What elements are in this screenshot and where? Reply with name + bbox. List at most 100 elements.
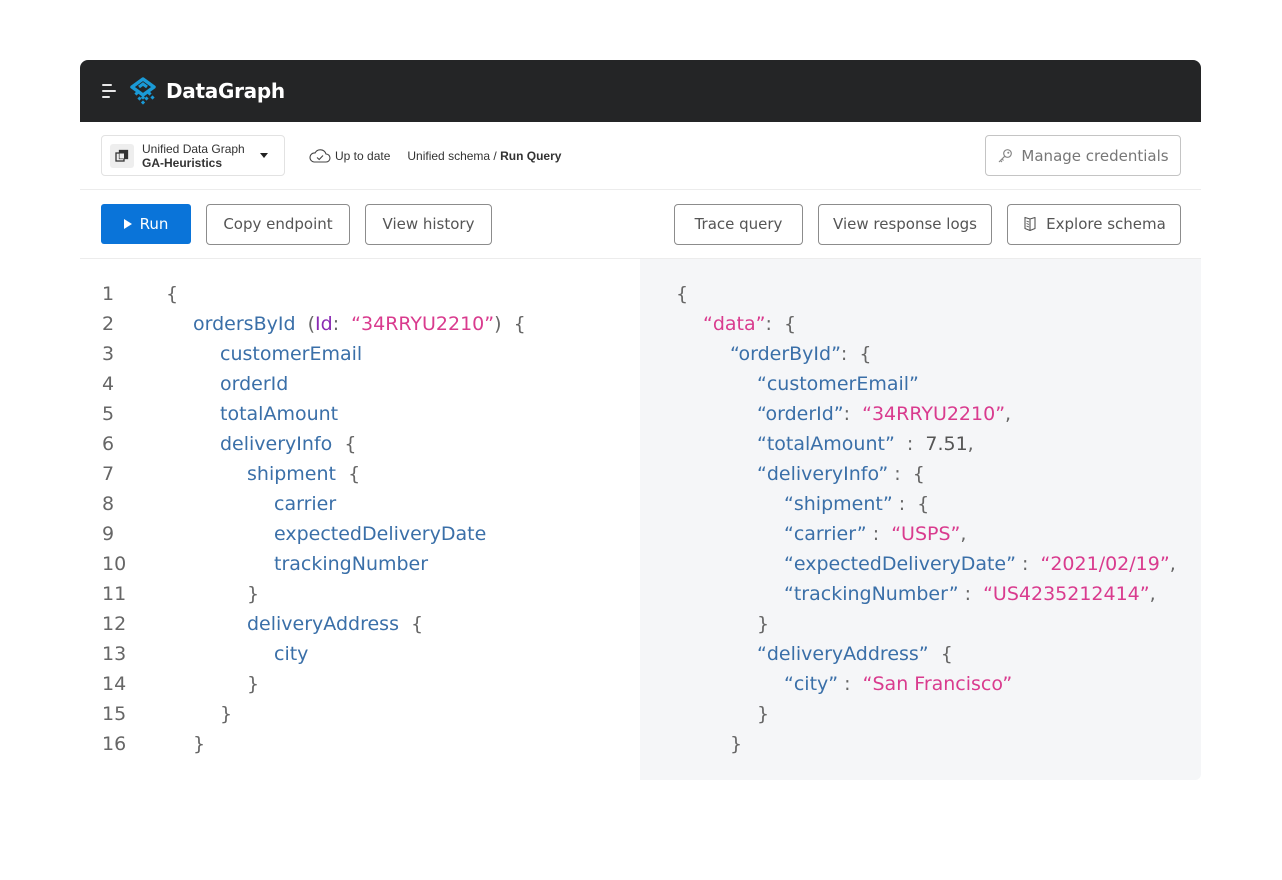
punctuation-token: : bbox=[1015, 553, 1041, 575]
query-line: 10 trackingNumber bbox=[80, 549, 640, 579]
field-token: “deliveryInfo” bbox=[757, 463, 889, 485]
field-token: “carrier” bbox=[784, 523, 867, 545]
field-token: ordersById bbox=[193, 313, 296, 335]
response-line: “city” : “San Francisco” bbox=[640, 669, 1201, 699]
run-button[interactable]: Run bbox=[101, 204, 191, 244]
punctuation-token: : { bbox=[765, 313, 797, 335]
manage-credentials-button[interactable]: Manage credentials bbox=[985, 135, 1181, 176]
sync-status: Up to date bbox=[309, 148, 390, 164]
code-text: “shipment” : { bbox=[784, 489, 929, 519]
view-history-button[interactable]: View history bbox=[365, 203, 492, 245]
response-line: “deliveryInfo” : { bbox=[640, 459, 1201, 489]
punctuation-token: { bbox=[332, 433, 357, 455]
subheader: Unified Data Graph GA-Heuristics Up to d… bbox=[80, 122, 1201, 190]
breadcrumb-parent[interactable]: Unified schema / bbox=[407, 149, 500, 163]
punctuation-token: { bbox=[335, 463, 361, 485]
query-line: 11} bbox=[80, 579, 640, 609]
field-token: deliveryAddress bbox=[247, 613, 399, 635]
string-token: “2021/02/19” bbox=[1040, 553, 1170, 575]
query-editor[interactable]: 1 {2 ordersById (Id: “34RRYU2210”) {3 custo… bbox=[80, 259, 640, 780]
line-number: 11 bbox=[102, 583, 127, 605]
punctuation-token: : { bbox=[888, 463, 925, 485]
app-window: DataGraph Unified Data Graph GA-Heuristi… bbox=[80, 60, 1201, 780]
line-number: 2 bbox=[102, 313, 115, 335]
explore-schema-button[interactable]: Explore schema bbox=[1007, 203, 1181, 245]
play-icon bbox=[123, 219, 132, 229]
code-text: “carrier” : “USPS”, bbox=[784, 519, 966, 549]
response-line: “orderId”: “34RRYU2210”, bbox=[640, 399, 1201, 429]
code-text: customerEmail bbox=[220, 339, 362, 369]
line-number: 7 bbox=[102, 463, 115, 485]
punctuation-token: : bbox=[838, 673, 863, 695]
field-token: “trackingNumber” bbox=[784, 583, 959, 605]
code-text: } bbox=[757, 609, 769, 639]
punctuation-token: , bbox=[1169, 553, 1176, 575]
string-token: “USPS” bbox=[891, 523, 961, 545]
line-number: 1 bbox=[102, 283, 115, 305]
code-text: shipment { bbox=[247, 459, 360, 489]
punctuation-token: ) { bbox=[494, 313, 526, 335]
status-text: Up to date bbox=[335, 148, 391, 163]
code-text: deliveryAddress { bbox=[247, 609, 423, 639]
chevron-down-icon bbox=[260, 153, 268, 158]
punctuation-token: } bbox=[247, 583, 260, 605]
field-token: “orderById” bbox=[730, 343, 841, 365]
query-line: 4 orderId bbox=[80, 369, 640, 399]
response-line: “expectedDeliveryDate” : “2021/02/19”, bbox=[640, 549, 1201, 579]
punctuation-token: } bbox=[757, 613, 770, 635]
field-token: carrier bbox=[274, 493, 337, 515]
code-text: } bbox=[730, 729, 742, 759]
graph-selector-value: GA-Heuristics bbox=[142, 155, 223, 170]
code-text: } bbox=[757, 699, 769, 729]
code-text: “city” : “San Francisco” bbox=[784, 669, 1012, 699]
string-token: “34RRYU2210” bbox=[862, 403, 1006, 425]
punctuation-token: , bbox=[960, 523, 967, 545]
code-text: “data”: { bbox=[703, 309, 796, 339]
punctuation-token: } bbox=[730, 733, 743, 755]
query-line: 13 city bbox=[80, 639, 640, 669]
number-token: 7.51 bbox=[925, 433, 968, 455]
view-response-logs-button[interactable]: View response logs bbox=[818, 203, 992, 245]
query-line: 2 ordersById (Id: “34RRYU2210”) { bbox=[80, 309, 640, 339]
field-token: shipment bbox=[247, 463, 336, 485]
punctuation-token: : bbox=[866, 523, 892, 545]
punctuation-token: , bbox=[967, 433, 974, 455]
code-text: “deliveryInfo” : { bbox=[757, 459, 925, 489]
query-line: 6 deliveryInfo { bbox=[80, 429, 640, 459]
trace-query-button[interactable]: Trace query bbox=[674, 203, 803, 245]
punctuation-token: : bbox=[332, 313, 352, 335]
hamburger-menu-icon[interactable] bbox=[102, 84, 116, 98]
code-text: orderId bbox=[220, 369, 288, 399]
field-token: customerEmail bbox=[220, 343, 363, 365]
line-number: 4 bbox=[102, 373, 115, 395]
punctuation-token: { bbox=[166, 283, 179, 305]
response-line: “customerEmail” bbox=[640, 369, 1201, 399]
copy-endpoint-button[interactable]: Copy endpoint bbox=[206, 203, 350, 245]
punctuation-token: , bbox=[1005, 403, 1012, 425]
string-token: “San Francisco” bbox=[862, 673, 1013, 695]
brand-name: DataGraph bbox=[166, 79, 285, 103]
field-token: “orderId” bbox=[757, 403, 844, 425]
response-line: “data”: { bbox=[640, 309, 1201, 339]
query-line: 3 customerEmail bbox=[80, 339, 640, 369]
code-text: “orderId”: “34RRYU2210”, bbox=[757, 399, 1011, 429]
line-number: 12 bbox=[102, 613, 127, 635]
code-text: trackingNumber bbox=[274, 549, 428, 579]
code-text: “deliveryAddress” { bbox=[757, 639, 953, 669]
line-number: 9 bbox=[102, 523, 115, 545]
code-text: ordersById (Id: “34RRYU2210”) { bbox=[193, 309, 526, 339]
field-token: “totalAmount” bbox=[757, 433, 895, 455]
code-text: “trackingNumber” : “US4235212414”, bbox=[784, 579, 1156, 609]
response-line: “totalAmount” : 7.51, bbox=[640, 429, 1201, 459]
punctuation-token: ( bbox=[295, 313, 316, 335]
key-icon bbox=[998, 148, 1013, 162]
graph-selector[interactable]: Unified Data Graph GA-Heuristics bbox=[101, 135, 285, 176]
string-token: “data” bbox=[703, 313, 766, 335]
code-text: { bbox=[166, 279, 178, 309]
punctuation-token: { bbox=[928, 643, 953, 665]
code-text: carrier bbox=[274, 489, 336, 519]
line-number: 8 bbox=[102, 493, 115, 515]
punctuation-token: } bbox=[247, 673, 260, 695]
editor-panes: 1 {2 ordersById (Id: “34RRYU2210”) {3 custo… bbox=[80, 259, 1201, 780]
response-line: } bbox=[640, 729, 1201, 759]
